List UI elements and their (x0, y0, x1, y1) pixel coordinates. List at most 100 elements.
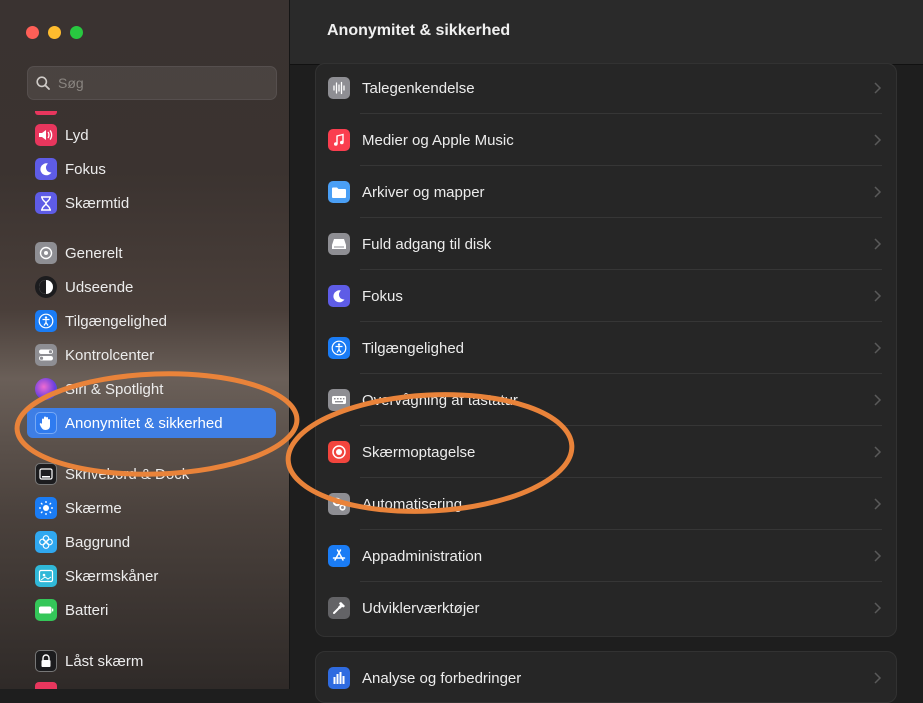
zoom-button[interactable] (70, 26, 83, 39)
row-analyse-forbedringer[interactable]: Analyse og forbedringer (316, 652, 896, 702)
control-center-icon (35, 344, 57, 366)
sidebar-item-label: Generelt (65, 244, 123, 262)
accessibility-icon (35, 310, 57, 332)
row-fokus[interactable]: Fokus (316, 270, 896, 322)
sidebar-item-baggrund[interactable]: Baggrund (27, 527, 276, 557)
chevron-right-icon (874, 342, 882, 354)
dock-icon (35, 463, 57, 485)
search-icon (36, 76, 50, 90)
sidebar-item-generelt[interactable]: Generelt (27, 238, 276, 268)
waveform-icon (328, 77, 350, 99)
appearance-icon (35, 276, 57, 298)
chevron-right-icon (874, 186, 882, 198)
sidebar-item-lyd[interactable]: Lyd (27, 120, 276, 150)
sidebar-item-label: Skærmtid (65, 194, 130, 212)
sidebar-item-label: Kontrolcenter (65, 346, 155, 364)
chart-icon (328, 667, 350, 689)
row-automatisering[interactable]: Automatisering (316, 478, 896, 530)
sidebar-item-kontrolcenter[interactable]: Kontrolcenter (27, 340, 276, 370)
sidebar-item-batteri[interactable]: Batteri (27, 595, 276, 625)
hammer-icon (328, 597, 350, 619)
sidebar-item-skaermtid[interactable]: Skærmtid (27, 188, 276, 218)
sidebar-item-label: Baggrund (65, 533, 131, 551)
row-skaermoptagelse[interactable]: Skærmoptagelse (316, 426, 896, 478)
folder-icon (328, 181, 350, 203)
chevron-right-icon (874, 446, 882, 458)
window-controls (26, 26, 83, 39)
chevron-right-icon (874, 498, 882, 510)
row-label: Udviklerværktøjer (362, 599, 480, 617)
privacy-list-group: Talegenkendelse Medier og Apple Music Ar… (315, 63, 897, 637)
row-label: Skærmoptagelse (362, 443, 476, 461)
scrolled-item-edge-bottom (35, 682, 57, 689)
search-field[interactable] (27, 66, 277, 100)
sidebar-item-label: Lyd (65, 126, 89, 144)
page-title: Anonymitet & sikkerhed (327, 22, 511, 39)
row-label: Appadministration (362, 547, 483, 565)
sidebar-item-siri-spotlight[interactable]: Siri & Spotlight (27, 374, 276, 404)
row-label: Arkiver og mapper (362, 183, 485, 201)
sidebar-item-label: Anonymitet & sikkerhed (65, 414, 223, 432)
sidebar-item-label: Låst skærm (65, 652, 144, 670)
gear-icon (35, 242, 57, 264)
screensaver-icon (35, 565, 57, 587)
sidebar-item-label: Fokus (65, 160, 106, 178)
main-content: Anonymitet & sikkerhed Talegenkendelse M… (290, 0, 923, 703)
sidebar-item-tilgaengelighed[interactable]: Tilgængelighed (27, 306, 276, 336)
chevron-right-icon (874, 82, 882, 94)
speaker-icon (35, 124, 57, 146)
sidebar-item-label: Batteri (65, 601, 109, 619)
sidebar-item-udseende[interactable]: Udseende (27, 272, 276, 302)
chevron-right-icon (874, 238, 882, 250)
sidebar-item-skaerme[interactable]: Skærme (27, 493, 276, 523)
row-appadministration[interactable]: Appadministration (316, 530, 896, 582)
appstore-icon (328, 545, 350, 567)
row-tilgaengelighed[interactable]: Tilgængelighed (316, 322, 896, 374)
chevron-right-icon (874, 602, 882, 614)
sidebar-item-label: Siri & Spotlight (65, 380, 164, 398)
sidebar-item-laast-skaerm[interactable]: Låst skærm (27, 646, 276, 676)
sidebar: Lyd Fokus Skærmtid Generelt Udseende (0, 0, 290, 689)
sun-icon (35, 497, 57, 519)
disk-icon (328, 233, 350, 255)
sidebar-item-fokus[interactable]: Fokus (27, 154, 276, 184)
row-fuld-adgang-disk[interactable]: Fuld adgang til disk (316, 218, 896, 270)
chevron-right-icon (874, 134, 882, 146)
chevron-right-icon (874, 672, 882, 684)
chevron-right-icon (874, 290, 882, 302)
sidebar-item-label: Skrivebord & Dock (65, 465, 190, 483)
close-button[interactable] (26, 26, 39, 39)
chevron-right-icon (874, 550, 882, 562)
siri-icon (35, 378, 57, 400)
accessibility-icon (328, 337, 350, 359)
lock-icon (35, 650, 57, 672)
music-icon (328, 129, 350, 151)
moon-icon (35, 158, 57, 180)
hand-icon (35, 412, 57, 434)
row-label: Overvågning af tastatur (362, 391, 518, 409)
sidebar-item-label: Tilgængelighed (65, 312, 168, 330)
row-label: Analyse og forbedringer (362, 669, 522, 687)
row-udviklervaerktoejer[interactable]: Udviklerværktøjer (316, 582, 896, 634)
search-input[interactable] (56, 74, 260, 92)
sidebar-item-label: Skærme (65, 499, 122, 517)
sidebar-item-skrivebord-dock[interactable]: Skrivebord & Dock (27, 459, 276, 489)
row-label: Tilgængelighed (362, 339, 465, 357)
row-medier-apple-music[interactable]: Medier og Apple Music (316, 114, 896, 166)
record-icon (328, 441, 350, 463)
row-arkiver-mapper[interactable]: Arkiver og mapper (316, 166, 896, 218)
gears-icon (328, 493, 350, 515)
row-talegenkendelse[interactable]: Talegenkendelse (316, 64, 896, 114)
row-label: Automatisering (362, 495, 463, 513)
minimize-button[interactable] (48, 26, 61, 39)
sidebar-item-label: Udseende (65, 278, 134, 296)
keyboard-icon (328, 389, 350, 411)
sidebar-item-anonymitet-sikkerhed[interactable]: Anonymitet & sikkerhed (27, 408, 276, 438)
row-label: Talegenkendelse (362, 79, 475, 97)
row-label: Fuld adgang til disk (362, 235, 492, 253)
sidebar-item-skaermskaaner[interactable]: Skærmskåner (27, 561, 276, 591)
analytics-group: Analyse og forbedringer (315, 651, 897, 703)
row-label: Fokus (362, 287, 403, 305)
row-overvaagning-tastatur[interactable]: Overvågning af tastatur (316, 374, 896, 426)
hourglass-icon (35, 192, 57, 214)
